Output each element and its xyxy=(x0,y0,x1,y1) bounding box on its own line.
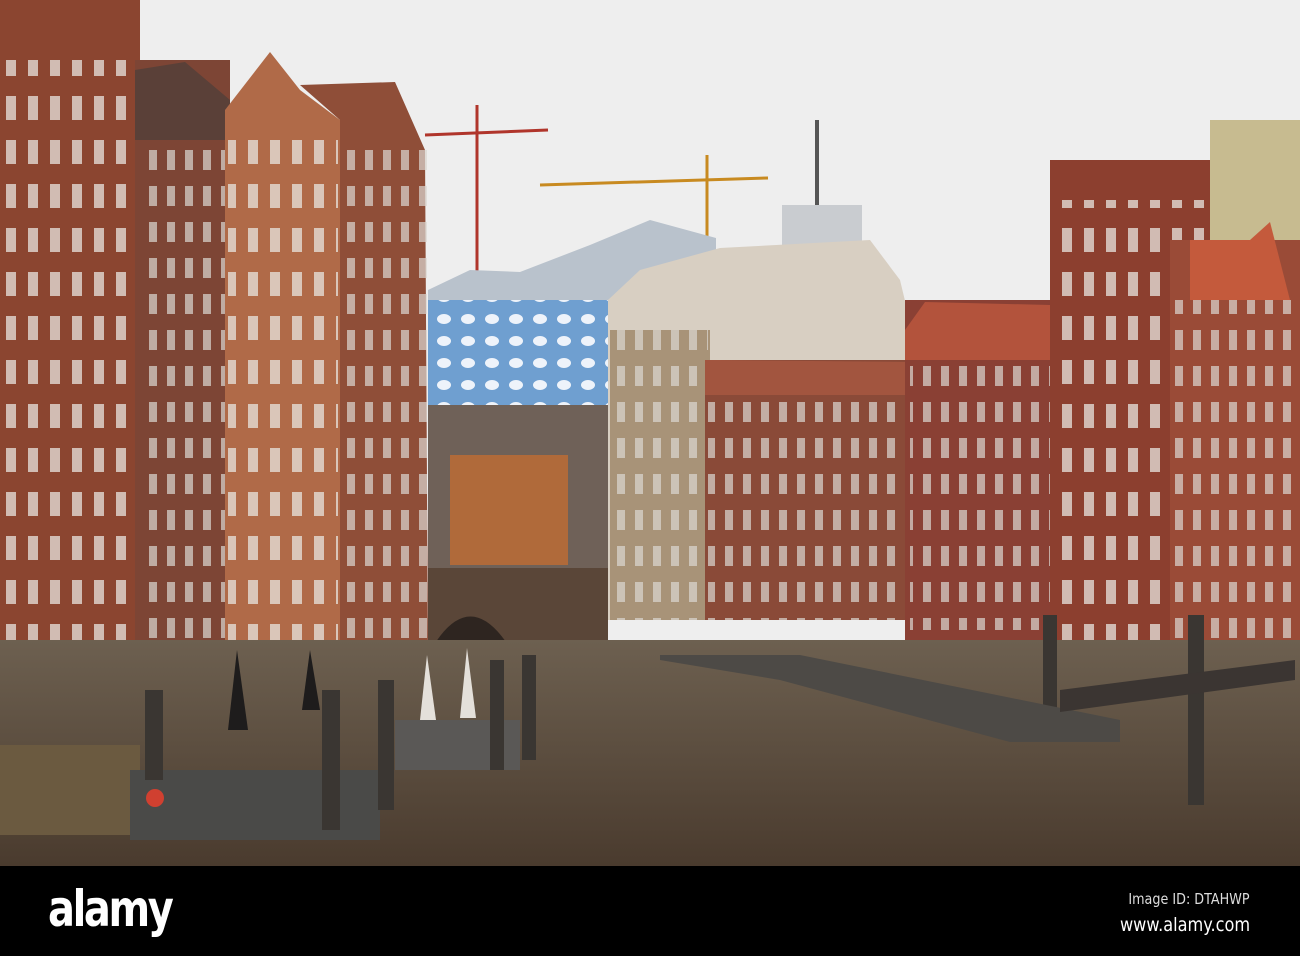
watermark-bar: alamy Image ID: DTAHWP www.alamy.com xyxy=(0,866,1300,956)
antenna-tower xyxy=(815,120,819,210)
image-id: Image ID: DTAHWP xyxy=(1128,890,1250,908)
alamy-logo: alamy xyxy=(48,880,174,938)
quay-wall xyxy=(0,745,140,835)
life-ring xyxy=(146,789,164,807)
castle-building xyxy=(450,455,568,565)
canal-photo xyxy=(0,0,1300,866)
glass-facade xyxy=(428,300,608,412)
left-pontoon xyxy=(130,770,380,840)
website-url: www.alamy.com xyxy=(1119,914,1250,936)
stock-photo: alamy Image ID: DTAHWP www.alamy.com xyxy=(0,0,1300,956)
